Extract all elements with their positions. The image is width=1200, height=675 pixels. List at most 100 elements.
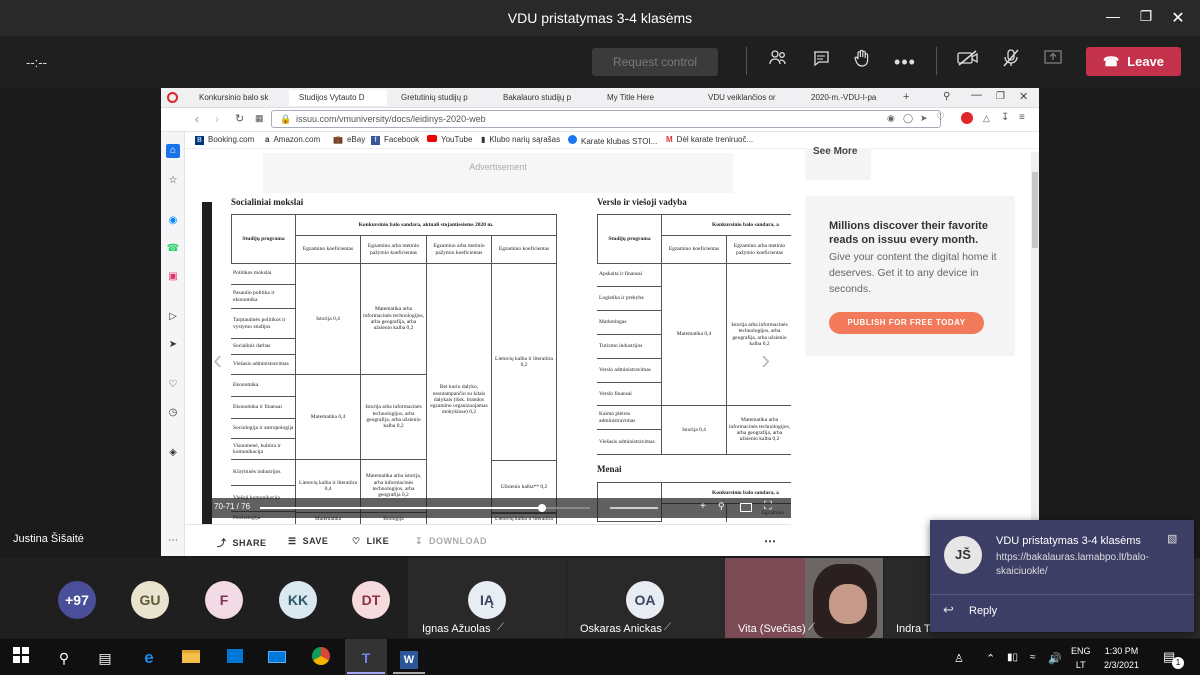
whatsapp-icon[interactable]: ☎ [166, 242, 180, 256]
bookmark-ebay[interactable]: 💼 eBay [333, 135, 365, 144]
vpn-badge-icon[interactable] [961, 112, 973, 124]
participant-avatar[interactable]: DT [352, 581, 390, 619]
tab-1[interactable]: Konkursinio balo sk [189, 90, 285, 106]
zoom-slider[interactable] [610, 507, 658, 509]
chevron-up-icon[interactable]: ⌃ [986, 652, 995, 665]
heart-icon[interactable]: ♡ [166, 378, 180, 392]
bookmark-gmail[interactable]: M Dėl karate treniruoč... [666, 135, 753, 144]
chat-icon[interactable]: ▧ [1167, 532, 1177, 545]
participant-avatar[interactable]: F [205, 581, 243, 619]
player-icon[interactable]: ▷ [166, 310, 180, 324]
restore-icon[interactable]: ❐ [996, 91, 1005, 102]
participant-avatar[interactable]: KK [279, 581, 317, 619]
download-button[interactable]: ↧ DOWNLOAD [415, 536, 487, 547]
reply-button[interactable]: Reply [969, 605, 997, 617]
volume-icon[interactable]: 🔊 [1048, 652, 1062, 665]
url-field[interactable]: 🔒 issuu.com/vmuniversity/docs/leidinys-2… [271, 110, 941, 128]
instagram-icon[interactable]: ▣ [166, 270, 180, 284]
store-icon[interactable] [224, 647, 246, 669]
zoom-in-icon[interactable]: + [700, 501, 706, 512]
bookmarks-icon[interactable]: ☆ [166, 174, 180, 188]
minimize-icon[interactable]: — [1103, 8, 1123, 28]
people-icon[interactable]: ♙ [954, 652, 964, 665]
chrome-icon[interactable] [310, 647, 332, 669]
share-tray-icon[interactable] [1038, 49, 1068, 75]
search-icon[interactable]: ⚲ [53, 647, 75, 669]
camera-off-icon[interactable] [953, 49, 983, 75]
prev-page-icon[interactable]: ‹ [213, 344, 222, 376]
bookmark-booking[interactable]: B Booking.com [195, 135, 254, 145]
language-indicator[interactable]: ENG LT [1071, 645, 1091, 672]
bookmark-facebook[interactable]: f Facebook [371, 135, 419, 145]
mic-off-icon[interactable] [996, 49, 1026, 75]
tab-5[interactable]: My Title Here [597, 90, 693, 106]
participants-icon[interactable] [763, 49, 793, 75]
tab-4[interactable]: Bakalauro studijų p [493, 90, 591, 106]
request-control-button[interactable]: Request control [592, 48, 718, 76]
home-icon[interactable]: ⌂ [166, 144, 180, 158]
page-indicator: 70-71 / 76 [214, 502, 251, 511]
reload-icon[interactable]: ↻ [235, 112, 244, 125]
participant-avatar[interactable]: GU [131, 581, 169, 619]
speed-dial-icon[interactable]: ▦ [255, 113, 264, 124]
more-options-icon[interactable]: ⋯ [764, 534, 777, 548]
heart-bookmark-icon[interactable]: ♡ [936, 112, 945, 123]
forward-icon[interactable]: › [215, 112, 219, 126]
chat-icon[interactable] [806, 49, 836, 75]
camera-snapshot-icon[interactable]: ◉ [887, 113, 895, 124]
edge-icon[interactable]: e [138, 647, 160, 669]
clock[interactable]: 1:30 PM 2/3/2021 [1104, 645, 1139, 672]
share-icon: ⤴ [217, 538, 227, 548]
maximize-icon[interactable]: ❐ [1136, 8, 1156, 28]
save-icon: ☰ [288, 536, 297, 546]
page-slider-handle[interactable] [538, 504, 546, 512]
search-icon[interactable]: ⚲ [718, 501, 725, 512]
bookmark-youtube[interactable]: YouTube [427, 135, 472, 144]
more-options-icon[interactable]: ••• [890, 49, 920, 75]
battery-icon[interactable]: ▮▯ [1007, 652, 1018, 663]
fullscreen-icon[interactable]: ⛶ [764, 500, 772, 513]
file-explorer-icon[interactable] [180, 647, 202, 669]
menu-icon[interactable]: ≡ [1019, 112, 1025, 123]
tab-2[interactable]: Studijos Vytauto D [289, 90, 387, 106]
like-button[interactable]: ♡ LIKE [352, 536, 389, 547]
send-icon[interactable]: ➤ [166, 338, 180, 352]
publish-button[interactable]: PUBLISH FOR FREE TODAY [829, 312, 984, 334]
more-icon[interactable]: ⋯ [166, 534, 180, 548]
messenger-icon[interactable]: ◉ [166, 214, 180, 228]
wifi-icon[interactable]: ≈ [1030, 652, 1036, 663]
mail-icon[interactable] [266, 647, 288, 669]
close-icon[interactable]: ✕ [1168, 8, 1188, 28]
tab-3[interactable]: Gretutinių studijų p [391, 90, 489, 106]
share-button[interactable]: ⤴ SHARE [217, 536, 267, 549]
word-icon[interactable]: W [398, 647, 420, 669]
extensions-icon[interactable]: △ [983, 113, 990, 124]
history-icon[interactable]: ◷ [166, 406, 180, 420]
new-tab-icon[interactable]: + [903, 91, 909, 103]
minimize-icon[interactable]: — [971, 89, 982, 101]
shield-icon[interactable]: ◯ [903, 113, 913, 124]
send-icon[interactable]: ➤ [920, 113, 928, 124]
search-tabs-icon[interactable]: ⚲ [943, 91, 950, 102]
bookmark-klubo[interactable]: ▮ Klubo narių sąrašas [481, 135, 560, 144]
tab-7[interactable]: 2020-m.-VDU-I-pa [801, 90, 897, 106]
task-view-icon[interactable]: ▤ [94, 647, 116, 669]
tab-label: 2020-m.-VDU-I-pa [811, 93, 877, 102]
see-more-label: See More [813, 146, 858, 157]
close-icon[interactable]: ✕ [1019, 90, 1028, 103]
back-icon[interactable]: ‹ [195, 112, 199, 126]
location-icon[interactable]: ◈ [166, 446, 180, 460]
raise-hand-icon[interactable] [847, 49, 877, 75]
bookmark-karate[interactable]: Karate klubas STOI... [568, 135, 657, 146]
bookmark-amazon[interactable]: a Amazon.com [265, 135, 320, 144]
bookmark-label: Klubo narių sąrašas [489, 135, 561, 144]
single-page-icon[interactable] [740, 503, 752, 512]
windows-start-icon[interactable] [10, 647, 32, 669]
more-participants-avatar[interactable]: +97 [58, 581, 96, 619]
tab-6[interactable]: VDU veiklančios or [698, 90, 796, 106]
leave-button[interactable]: ☎ Leave [1086, 47, 1181, 76]
download-icon[interactable]: ↧ [1001, 112, 1009, 123]
scrollbar-thumb[interactable] [1032, 172, 1038, 248]
next-page-icon[interactable]: › [761, 344, 770, 376]
save-button[interactable]: ☰ SAVE [288, 536, 328, 547]
